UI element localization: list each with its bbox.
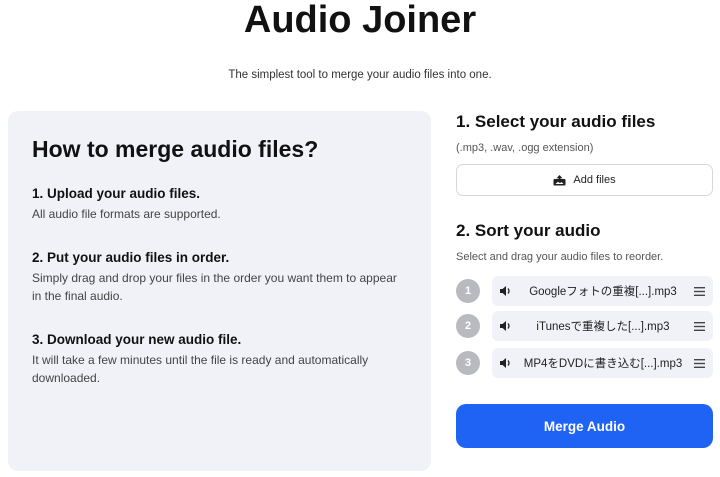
speaker-icon — [500, 286, 510, 296]
howto-heading: How to merge audio files? — [32, 136, 319, 162]
select-heading: 1. Select your audio files — [456, 112, 656, 131]
file-row[interactable]: 1 Googleフォトの重複[...].mp3 — [456, 276, 713, 308]
order-badge: 3 — [456, 351, 480, 375]
file-card[interactable]: MP4をDVDに書き込む[...].mp3 — [492, 348, 713, 378]
howto-step-3: 3. Download your new audio file. It will… — [32, 332, 407, 387]
upload-icon — [553, 174, 566, 185]
merge-audio-button[interactable]: Merge Audio — [456, 404, 713, 448]
sort-heading: 2. Sort your audio — [456, 221, 601, 240]
step-text: Simply drag and drop your files in the o… — [32, 271, 397, 303]
speaker-icon — [500, 358, 510, 368]
file-name: MP4をDVDに書き込む[...].mp3 — [523, 358, 683, 370]
drag-handle-icon[interactable] — [694, 321, 705, 331]
order-badge: 1 — [456, 279, 480, 303]
file-card[interactable]: Googleフォトの重複[...].mp3 — [492, 276, 713, 306]
file-name: Googleフォトの重複[...].mp3 — [529, 286, 677, 298]
extensions-note: (.mp3, .wav, .ogg extension) — [456, 142, 594, 154]
page-subtitle: The simplest tool to merge your audio fi… — [228, 69, 492, 81]
drag-handle-icon[interactable] — [694, 286, 705, 296]
file-name: iTunesで重複した[...].mp3 — [536, 321, 670, 333]
file-card[interactable]: iTunesで重複した[...].mp3 — [492, 311, 713, 341]
step-title: 2. Put your audio files in order. — [32, 250, 230, 265]
file-row[interactable]: 3 MP4をDVDに書き込む[...].mp3 — [456, 348, 713, 380]
page-title: Audio Joiner — [243, 0, 477, 41]
add-files-button[interactable]: Add files — [456, 164, 713, 196]
add-files-label: Add files — [573, 174, 616, 186]
sort-instructions: Select and drag your audio files to reor… — [456, 251, 664, 263]
howto-step-1: 1. Upload your audio files. All audio fi… — [32, 186, 407, 223]
step-text: It will take a few minutes until the fil… — [32, 353, 369, 385]
speaker-icon — [500, 321, 510, 331]
howto-step-2: 2. Put your audio files in order. Simply… — [32, 250, 407, 305]
drag-handle-icon[interactable] — [694, 358, 705, 368]
step-title: 3. Download your new audio file. — [32, 332, 242, 347]
file-row[interactable]: 2 iTunesで重複した[...].mp3 — [456, 311, 713, 343]
order-badge: 2 — [456, 314, 480, 338]
howto-panel: How to merge audio files? 1. Upload your… — [8, 111, 431, 471]
step-title: 1. Upload your audio files. — [32, 186, 201, 201]
step-text: All audio file formats are supported. — [32, 207, 221, 221]
